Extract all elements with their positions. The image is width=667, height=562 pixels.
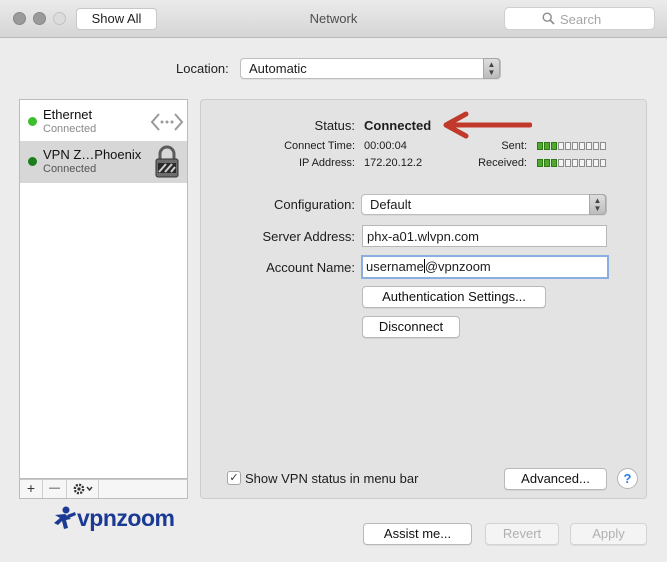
- help-button[interactable]: ?: [617, 468, 638, 489]
- title-bar: Show All Network Search: [0, 0, 667, 38]
- annotation-arrow-icon: [443, 111, 532, 139]
- ethernet-arrows-icon: [150, 113, 184, 131]
- status-value: Connected: [364, 118, 432, 133]
- service-item-ethernet[interactable]: Ethernet Connected: [20, 101, 187, 143]
- service-list-toolbar: + —: [19, 479, 188, 499]
- location-label: Location:: [176, 61, 229, 76]
- authentication-settings-button[interactable]: Authentication Settings...: [362, 286, 546, 308]
- service-status: Connected: [43, 163, 97, 175]
- configuration-label: Configuration:: [274, 197, 355, 212]
- show-vpn-status-checkbox[interactable]: ✓: [227, 471, 241, 485]
- show-vpn-status-label: Show VPN status in menu bar: [245, 471, 419, 486]
- server-address-field[interactable]: phx-a01.wlvpn.com: [362, 225, 607, 247]
- advanced-button[interactable]: Advanced...: [504, 468, 607, 490]
- search-placeholder: Search: [560, 12, 602, 27]
- server-address-value: phx-a01.wlvpn.com: [367, 229, 479, 244]
- service-name: Ethernet: [43, 107, 93, 122]
- configuration-value: Default: [370, 197, 412, 212]
- disconnect-button[interactable]: Disconnect: [362, 316, 460, 338]
- apply-button[interactable]: Apply: [570, 523, 647, 545]
- status-dot-green: [28, 117, 37, 126]
- account-name-value-end: @vpnzoom: [424, 259, 491, 274]
- status-dot-dark-green: [28, 157, 37, 166]
- location-popup[interactable]: Automatic ▲ ▼: [240, 58, 501, 79]
- assist-me-button[interactable]: Assist me...: [363, 523, 472, 545]
- configuration-stepper-icon: ▲ ▼: [589, 194, 606, 215]
- gear-icon: [73, 483, 93, 495]
- account-name-value-start: username: [366, 259, 424, 274]
- logo-text: vpnzoom: [77, 505, 175, 531]
- service-list: Ethernet Connected VPN Z…Phoenix Connect…: [19, 99, 188, 479]
- location-stepper-icon: ▲ ▼: [483, 58, 500, 79]
- search-icon: [542, 12, 555, 25]
- account-name-field[interactable]: username@vpnzoom: [361, 255, 609, 279]
- connect-time-label: Connect Time:: [284, 140, 355, 152]
- location-value: Automatic: [249, 61, 307, 76]
- ip-address-value: 172.20.12.2: [364, 157, 423, 169]
- search-field[interactable]: Search: [504, 7, 655, 30]
- service-status: Connected: [43, 123, 97, 135]
- revert-button[interactable]: Revert: [485, 523, 559, 545]
- ip-address-label: IP Address:: [298, 157, 355, 169]
- service-actions-button[interactable]: [67, 480, 99, 498]
- runner-icon: [54, 506, 76, 529]
- server-address-label: Server Address:: [262, 229, 356, 244]
- status-label: Status:: [314, 118, 355, 133]
- sent-meter: [537, 142, 606, 150]
- sent-label: Sent:: [501, 140, 527, 152]
- remove-service-button[interactable]: —: [43, 480, 67, 498]
- account-name-label: Account Name:: [266, 260, 355, 275]
- configuration-popup[interactable]: Default ▲ ▼: [361, 194, 607, 215]
- service-name: VPN Z…Phoenix: [43, 147, 142, 162]
- vpn-lock-icon: [155, 145, 179, 178]
- service-item-vpn[interactable]: VPN Z…Phoenix Connected: [20, 141, 187, 183]
- add-service-button[interactable]: +: [20, 480, 43, 498]
- received-label: Received:: [478, 157, 527, 169]
- connect-time-value: 00:00:04: [364, 140, 407, 152]
- received-meter: [537, 159, 606, 167]
